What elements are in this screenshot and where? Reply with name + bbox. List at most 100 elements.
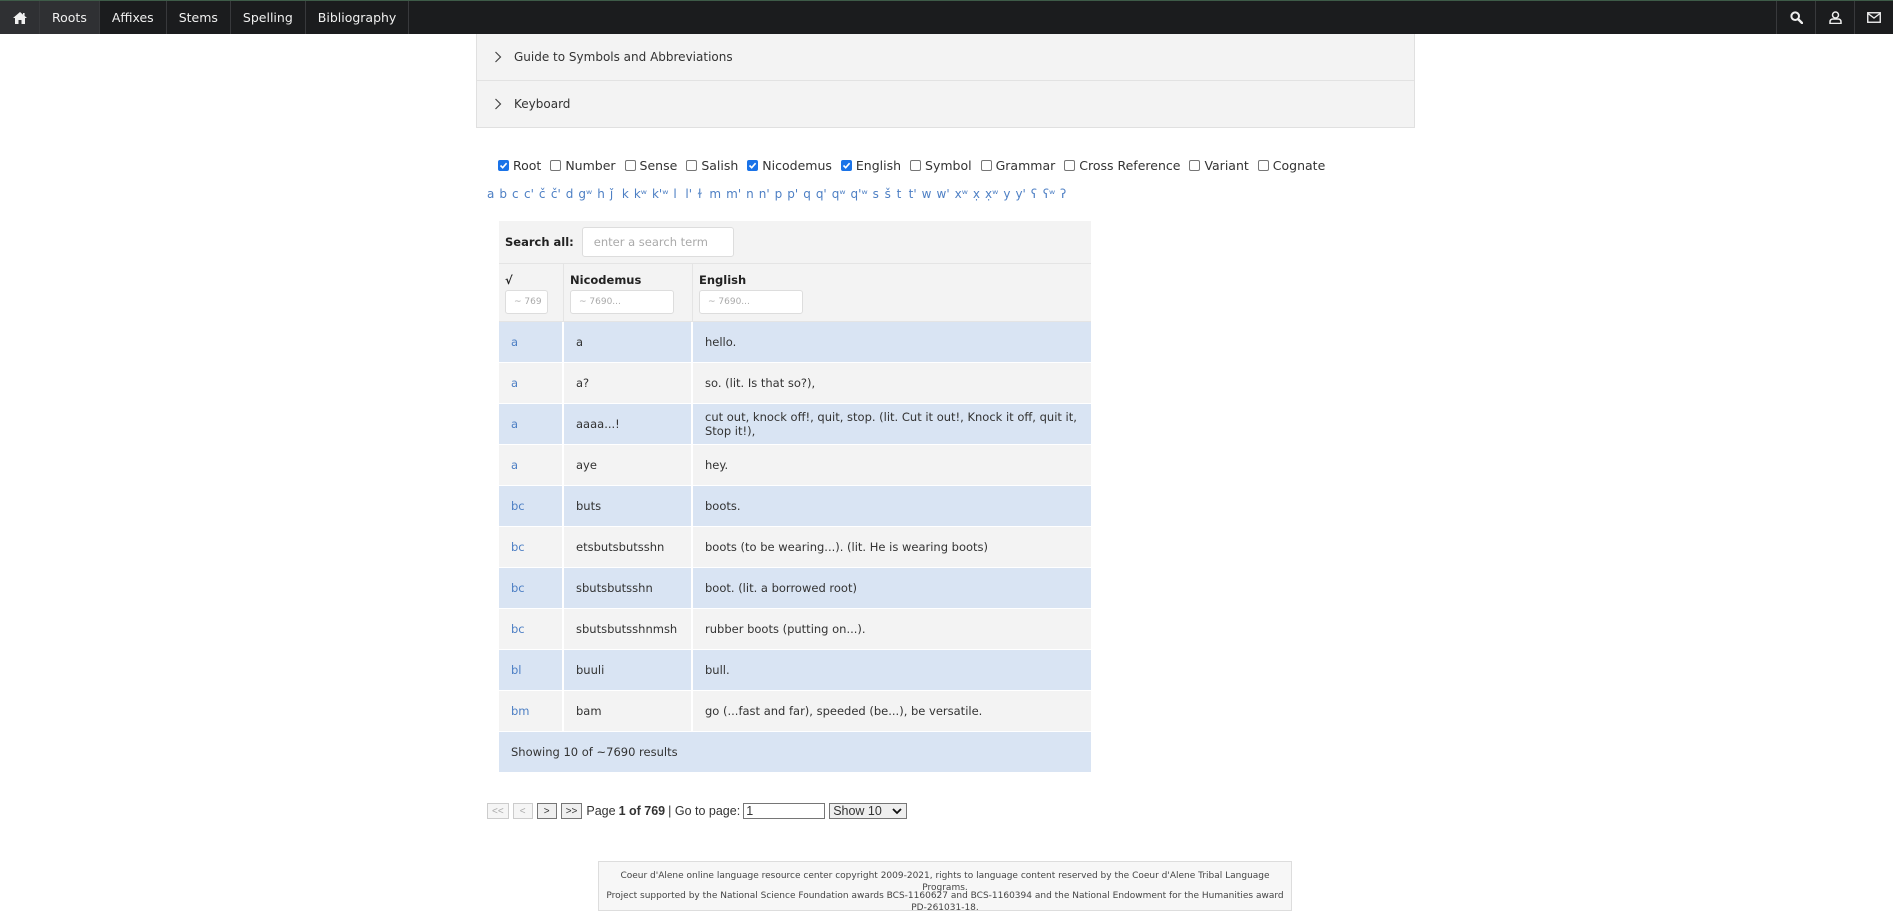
nicodemus-filter-input[interactable]: ~ 7690... — [570, 290, 674, 314]
prev-page-button[interactable]: < — [512, 803, 533, 819]
alphabet-letter[interactable]: ɫ — [697, 187, 709, 201]
checkbox[interactable] — [1064, 160, 1076, 171]
next-page-button[interactable]: > — [536, 803, 557, 819]
alphabet-letter[interactable]: č' — [551, 187, 566, 201]
checkbox[interactable] — [498, 160, 509, 171]
alphabet-letter[interactable]: w — [922, 187, 937, 201]
root-link[interactable]: a — [499, 322, 564, 362]
alphabet-letter[interactable]: gʷ — [578, 187, 597, 201]
mail-button[interactable] — [1854, 1, 1893, 34]
root-link[interactable]: bc — [499, 568, 564, 608]
nav-item-stems[interactable]: Stems — [167, 1, 231, 34]
alphabet-letter[interactable]: p — [775, 187, 788, 201]
alphabet-letter[interactable]: w' — [937, 187, 955, 201]
toggle-cognate[interactable]: Cognate — [1257, 158, 1325, 173]
alphabet-letter[interactable]: q'ʷ — [851, 187, 873, 201]
alphabet-letter[interactable]: b — [499, 187, 512, 201]
toggle-sense[interactable]: Sense — [624, 158, 677, 173]
alphabet-letter[interactable]: kʷ — [634, 187, 652, 201]
alphabet-letter[interactable]: c — [512, 187, 524, 201]
alphabet-letter[interactable]: x̣ʷ — [985, 187, 1003, 201]
alphabet-letter[interactable]: l — [673, 187, 685, 201]
toggle-number[interactable]: Number — [550, 158, 616, 173]
root-link[interactable]: bc — [499, 527, 564, 567]
root-filter-input[interactable]: ~ 769 — [505, 290, 548, 314]
column-header-english[interactable]: English ~ 7690... — [693, 264, 1091, 321]
alphabet-letter[interactable]: n' — [759, 187, 775, 201]
column-header-nicodemus[interactable]: Nicodemus ~ 7690... — [564, 264, 693, 321]
alphabet-letter[interactable]: č — [539, 187, 551, 201]
alphabet-letter[interactable]: n — [746, 187, 759, 201]
root-link[interactable]: bl — [499, 650, 564, 690]
alphabet-letter[interactable]: m — [709, 187, 726, 201]
nav-item-affixes[interactable]: Affixes — [100, 1, 167, 34]
root-link[interactable]: a — [499, 445, 564, 485]
root-link[interactable]: bc — [499, 609, 564, 649]
checkbox[interactable] — [980, 160, 992, 171]
alphabet-letter[interactable]: qʷ — [832, 187, 851, 201]
alphabet-letter[interactable]: t — [897, 187, 909, 201]
checkmark-icon — [499, 162, 508, 169]
alphabet-letter[interactable]: ǰ — [610, 187, 622, 201]
alphabet-letter[interactable]: p' — [787, 187, 803, 201]
alphabet-letter[interactable]: d — [566, 187, 579, 201]
alphabet-letter[interactable]: k — [622, 187, 634, 201]
alphabet-letter[interactable]: l' — [685, 187, 697, 201]
nav-item-bibliography[interactable]: Bibliography — [306, 1, 410, 34]
accordion-guide-symbols[interactable]: Guide to Symbols and Abbreviations — [477, 34, 1414, 80]
root-link[interactable]: a — [499, 404, 564, 444]
toggle-salish[interactable]: Salish — [686, 158, 738, 173]
goto-page-input[interactable]: 1 — [743, 803, 826, 819]
alphabet-letter[interactable]: h — [597, 187, 610, 201]
alphabet-letter[interactable]: t' — [909, 187, 922, 201]
alphabet-letter[interactable]: x̣ — [973, 187, 985, 201]
toggle-symbol[interactable]: Symbol — [910, 158, 972, 173]
toggle-english[interactable]: English — [840, 158, 901, 173]
nicodemus-cell: aaaa...! — [564, 404, 693, 444]
alphabet-letter[interactable]: ʕʷ — [1043, 187, 1060, 201]
checkbox[interactable] — [747, 160, 759, 171]
search-row: Search all: enter a search term — [499, 221, 1091, 264]
toggle-cross-reference[interactable]: Cross Reference — [1064, 158, 1180, 173]
checkbox[interactable] — [910, 160, 922, 171]
alphabet-letter[interactable]: k'ʷ — [652, 187, 673, 201]
checkbox[interactable] — [624, 160, 636, 171]
first-page-button[interactable]: << — [487, 803, 509, 819]
root-link[interactable]: bm — [499, 691, 564, 731]
alphabet-letter[interactable]: y' — [1015, 187, 1030, 201]
toggle-variant[interactable]: Variant — [1189, 158, 1249, 173]
english-filter-input[interactable]: ~ 7690... — [699, 290, 803, 314]
checkbox[interactable] — [840, 160, 852, 171]
search-button[interactable] — [1776, 1, 1815, 34]
column-header-root[interactable]: √ ~ 769 — [499, 264, 564, 321]
root-link[interactable]: a — [499, 363, 564, 403]
checkbox[interactable] — [550, 160, 562, 171]
alphabet-letter[interactable]: c' — [524, 187, 539, 201]
alphabet-letter[interactable]: xʷ — [955, 187, 973, 201]
alphabet-letter[interactable]: ʕ — [1031, 187, 1043, 201]
nav-home-button[interactable] — [0, 1, 40, 34]
nav-item-spelling[interactable]: Spelling — [231, 1, 306, 34]
accordion-keyboard[interactable]: Keyboard — [477, 80, 1414, 127]
alphabet-letter[interactable]: m' — [726, 187, 746, 201]
toggle-root[interactable]: Root — [498, 158, 541, 173]
alphabet-letter[interactable]: a — [487, 187, 499, 201]
copyright-text: Coeur d'Alene online language resource c… — [620, 871, 1270, 893]
alphabet-letter[interactable]: ʔ — [1060, 187, 1072, 201]
alphabet-letter[interactable]: š — [885, 187, 897, 201]
checkbox[interactable] — [686, 160, 698, 171]
alphabet-letter[interactable]: q — [803, 187, 816, 201]
checkbox[interactable] — [1257, 160, 1269, 171]
toggle-nicodemus[interactable]: Nicodemus — [747, 158, 832, 173]
toggle-grammar[interactable]: Grammar — [980, 158, 1055, 173]
alphabet-letter[interactable]: y — [1003, 187, 1015, 201]
last-page-button[interactable]: >> — [560, 803, 583, 819]
search-all-input[interactable]: enter a search term — [581, 227, 734, 257]
nav-item-roots[interactable]: Roots — [40, 1, 100, 34]
checkbox[interactable] — [1189, 160, 1201, 171]
root-link[interactable]: bc — [499, 486, 564, 526]
user-button[interactable] — [1815, 1, 1854, 34]
page-size-select[interactable]: Show 10 — [829, 803, 908, 819]
alphabet-letter[interactable]: q' — [816, 187, 832, 201]
alphabet-letter[interactable]: s — [873, 187, 885, 201]
